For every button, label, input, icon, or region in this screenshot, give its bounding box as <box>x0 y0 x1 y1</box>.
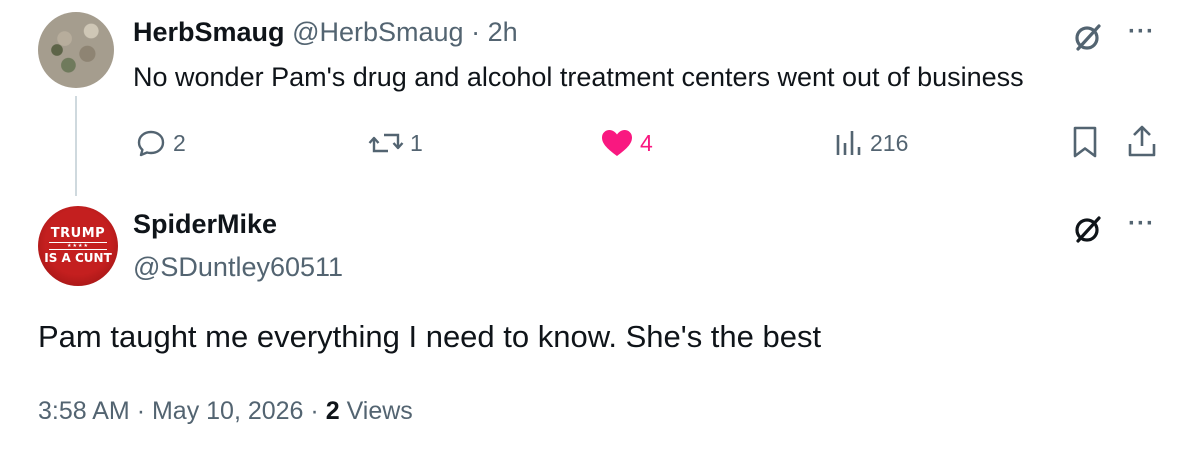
tweet2-footer: 3:58 AM · May 10, 2026 · 2 Views <box>38 395 413 427</box>
avatar-hat-stars: ★★★★ <box>49 242 107 250</box>
tweet2-display-name[interactable]: SpiderMike <box>133 207 277 241</box>
retweet-icon <box>368 133 404 153</box>
like-count: 4 <box>640 129 653 156</box>
avatar-hat-text-top: TRUMP <box>50 226 106 241</box>
tweet1-separator: · <box>471 17 481 47</box>
tweet2-views-label[interactable]: Views <box>347 397 413 425</box>
footer-separator: · <box>310 397 319 425</box>
views-count: 216 <box>870 129 909 156</box>
avatar-spidermike[interactable]: TRUMP ★★★★ IS A CUNT <box>38 206 118 286</box>
tweet1-time[interactable]: 2h <box>488 17 518 47</box>
tweet1-text: No wonder Pam's drug and alcohol treatme… <box>133 62 1024 92</box>
avatar-hat-text-bottom: IS A CUNT <box>44 251 112 265</box>
thread-connector-line <box>75 96 77 196</box>
views-button[interactable]: 216 <box>834 127 908 159</box>
more-button[interactable]: ··· <box>1128 210 1155 237</box>
like-button[interactable]: 4 <box>600 127 653 159</box>
share-button[interactable] <box>1126 124 1158 158</box>
like-icon <box>602 130 632 156</box>
more-icon: ··· <box>1128 210 1155 237</box>
avatar-herbsmaug[interactable] <box>38 12 114 88</box>
bookmark-icon <box>1073 126 1097 158</box>
tweet1-handle[interactable]: @HerbSmaug <box>292 17 463 47</box>
grok-button[interactable] <box>1072 213 1104 245</box>
views-icon <box>836 131 861 155</box>
tweet2-time[interactable]: 3:58 AM <box>38 397 130 425</box>
reply-icon <box>137 130 165 157</box>
grok-button[interactable] <box>1072 21 1104 53</box>
tweet1-display-name[interactable]: HerbSmaug <box>133 17 285 47</box>
reply-button[interactable]: 2 <box>135 127 186 159</box>
tweet2-date[interactable]: May 10, 2026 <box>152 397 304 425</box>
tweet1-header: HerbSmaug @HerbSmaug · 2h <box>133 15 518 49</box>
retweet-count: 1 <box>410 129 423 156</box>
bookmark-button[interactable] <box>1071 125 1099 159</box>
retweet-button[interactable]: 1 <box>368 127 423 159</box>
tweet2-text: Pam taught me everything I need to know.… <box>38 319 822 354</box>
tweet2-handle[interactable]: @SDuntley60511 <box>133 250 343 284</box>
footer-separator: · <box>136 397 146 425</box>
grok-icon <box>1075 216 1101 243</box>
tweet2-views-count: 2 <box>325 397 340 425</box>
reply-count: 2 <box>173 129 186 156</box>
share-icon <box>1128 125 1156 157</box>
grok-icon <box>1075 24 1101 51</box>
more-button[interactable]: ··· <box>1128 18 1155 45</box>
more-icon: ··· <box>1128 18 1155 45</box>
